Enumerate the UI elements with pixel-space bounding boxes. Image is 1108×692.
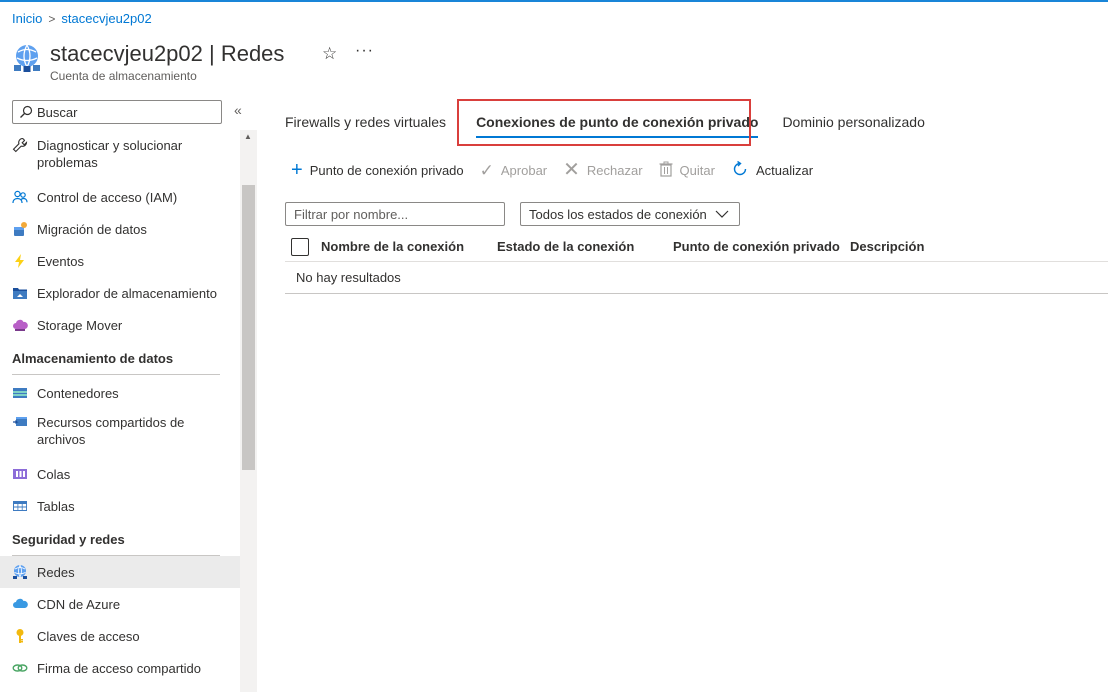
link-icon bbox=[12, 660, 28, 676]
section-storage-heading: Almacenamiento de datos bbox=[12, 351, 174, 366]
filter-bar: Todos los estados de conexión bbox=[285, 202, 740, 226]
tab-custom-domain[interactable]: Dominio personalizado bbox=[782, 114, 924, 138]
lightning-icon bbox=[12, 253, 28, 269]
sidebar-item-label: Storage Mover bbox=[37, 318, 123, 333]
sidebar-item-queues[interactable]: Colas bbox=[0, 458, 240, 490]
connection-state-dropdown[interactable]: Todos los estados de conexión bbox=[520, 202, 740, 226]
breadcrumb-current[interactable]: stacecvjeu2p02 bbox=[61, 11, 151, 26]
column-header-description[interactable]: Descripción bbox=[850, 239, 924, 254]
data-migration-icon bbox=[12, 221, 28, 237]
refresh-icon bbox=[731, 160, 749, 181]
sidebar-item-storage-explorer[interactable]: Explorador de almacenamiento bbox=[0, 277, 240, 309]
favorite-star-icon[interactable]: ☆ bbox=[322, 44, 337, 64]
tables-icon bbox=[12, 498, 28, 514]
grid-empty-message: No hay resultados bbox=[285, 262, 1108, 294]
trash-icon bbox=[659, 161, 673, 180]
button-label: Punto de conexión privado bbox=[309, 163, 464, 178]
sidebar-item-label: Tablas bbox=[37, 499, 75, 514]
close-icon: ✕ bbox=[563, 159, 580, 181]
grid-header: Nombre de la conexión Estado de la conex… bbox=[285, 232, 1108, 262]
dropdown-selected-value: Todos los estados de conexión bbox=[529, 206, 707, 222]
page-title: stacecvjeu2p02 | Redes bbox=[50, 41, 285, 66]
sidebar-item-tables[interactable]: Tablas bbox=[0, 490, 240, 522]
sidebar-item-sas[interactable]: Firma de acceso compartido bbox=[0, 652, 240, 684]
containers-icon bbox=[12, 385, 28, 401]
sidebar-item-cdn[interactable]: CDN de Azure bbox=[0, 588, 240, 620]
sidebar-item-label: Redes bbox=[37, 565, 75, 580]
wrench-icon bbox=[12, 137, 28, 153]
sidebar-item-network[interactable]: Redes bbox=[0, 556, 240, 588]
breadcrumb-home[interactable]: Inicio bbox=[12, 11, 42, 26]
storage-explorer-icon bbox=[12, 285, 28, 301]
search-input[interactable] bbox=[37, 104, 217, 120]
people-icon bbox=[12, 189, 28, 205]
reject-button[interactable]: ✕ Rechazar bbox=[563, 159, 643, 181]
sidebar-item-label: Control de acceso (IAM) bbox=[37, 190, 178, 205]
breadcrumb: Inicio > stacecvjeu2p02 bbox=[12, 11, 152, 26]
sidebar-nav: Diagnosticar y solucionar problemas Cont… bbox=[0, 132, 240, 684]
queues-icon bbox=[12, 466, 28, 482]
column-header-endpoint[interactable]: Punto de conexión privado bbox=[673, 239, 850, 254]
sidebar-item-events[interactable]: Eventos bbox=[0, 245, 240, 277]
button-label: Actualizar bbox=[755, 163, 814, 178]
collapse-sidebar-icon[interactable]: « bbox=[234, 102, 242, 118]
approve-button[interactable]: ✓ Aprobar bbox=[480, 162, 548, 179]
remove-button[interactable]: Quitar bbox=[659, 161, 715, 180]
page-header: stacecvjeu2p02 | Redes Cuenta de almacen… bbox=[12, 40, 284, 83]
select-all-checkbox[interactable] bbox=[291, 237, 309, 256]
search-icon bbox=[20, 105, 33, 118]
sidebar-item-label: Colas bbox=[37, 467, 71, 482]
cdn-cloud-icon bbox=[12, 596, 28, 612]
add-private-endpoint-button[interactable]: + Punto de conexión privado bbox=[291, 159, 464, 181]
sidebar-item-label: Claves de acceso bbox=[37, 629, 140, 644]
sidebar-item-label: Migración de datos bbox=[37, 222, 147, 237]
scroll-up-arrow-icon[interactable]: ▲ bbox=[244, 132, 252, 141]
scrollbar-thumb[interactable] bbox=[242, 185, 255, 470]
network-icon bbox=[12, 564, 28, 580]
plus-icon: + bbox=[291, 159, 303, 181]
checkmark-icon: ✓ bbox=[479, 161, 494, 180]
section-security-heading: Seguridad y redes bbox=[12, 532, 125, 547]
refresh-button[interactable]: Actualizar bbox=[731, 160, 813, 181]
sidebar-item-file-shares[interactable]: Recursos compartidos de archivos bbox=[0, 409, 240, 458]
top-accent-line bbox=[0, 0, 1108, 2]
cloud-mover-icon bbox=[12, 317, 28, 333]
highlight-annotation-box bbox=[457, 99, 751, 146]
button-label: Quitar bbox=[679, 163, 715, 178]
main-content: Firewalls y redes virtuales Conexiones d… bbox=[257, 96, 1108, 692]
file-share-icon bbox=[12, 414, 28, 430]
sidebar-item-containers[interactable]: Contenedores bbox=[0, 377, 240, 409]
network-globe-icon bbox=[14, 44, 40, 72]
sidebar: « ▲ Diagnosticar y solucionar problemas … bbox=[0, 96, 257, 692]
filter-name-input[interactable] bbox=[285, 202, 505, 226]
sidebar-item-diagnose[interactable]: Diagnosticar y solucionar problemas bbox=[0, 132, 240, 181]
tab-firewalls[interactable]: Firewalls y redes virtuales bbox=[285, 114, 446, 138]
sidebar-scrollbar[interactable]: ▲ bbox=[240, 130, 257, 692]
sidebar-item-label: Firma de acceso compartido bbox=[37, 661, 202, 676]
page-subtitle: Cuenta de almacenamiento bbox=[50, 69, 197, 83]
button-label: Aprobar bbox=[500, 163, 548, 178]
sidebar-item-iam[interactable]: Control de acceso (IAM) bbox=[0, 181, 240, 213]
section-divider bbox=[12, 374, 220, 375]
sidebar-item-label: Explorador de almacenamiento bbox=[37, 286, 217, 301]
sidebar-item-label: Eventos bbox=[37, 254, 84, 269]
breadcrumb-separator: > bbox=[48, 11, 56, 26]
sidebar-item-access-keys[interactable]: Claves de acceso bbox=[0, 620, 240, 652]
sidebar-item-storage-mover[interactable]: Storage Mover bbox=[0, 309, 240, 341]
sidebar-item-label: CDN de Azure bbox=[37, 597, 121, 612]
sidebar-item-label: Contenedores bbox=[37, 386, 119, 401]
command-bar: + Punto de conexión privado ✓ Aprobar ✕ … bbox=[291, 160, 829, 181]
column-header-name[interactable]: Nombre de la conexión bbox=[321, 239, 497, 254]
more-options-icon[interactable]: ··· bbox=[355, 42, 374, 60]
column-header-state[interactable]: Estado de la conexión bbox=[497, 239, 673, 254]
sidebar-item-data-migration[interactable]: Migración de datos bbox=[0, 213, 240, 245]
sidebar-item-label: Recursos compartidos de archivos bbox=[37, 415, 185, 447]
button-label: Rechazar bbox=[586, 163, 643, 178]
key-icon bbox=[12, 628, 28, 644]
chevron-down-icon bbox=[715, 210, 729, 218]
sidebar-item-label: Diagnosticar y solucionar problemas bbox=[37, 138, 183, 170]
sidebar-search[interactable] bbox=[12, 100, 222, 124]
